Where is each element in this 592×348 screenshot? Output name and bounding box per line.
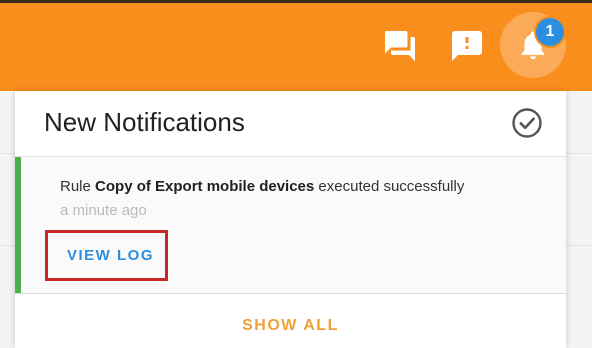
row-divider [566, 153, 592, 154]
notification-time: a minute ago [60, 202, 147, 219]
message-suffix: executed successfully [314, 178, 465, 195]
chat-icon[interactable] [382, 28, 418, 64]
view-log-highlight: VIEW LOG [45, 230, 168, 281]
notification-count-badge: 1 [534, 16, 566, 48]
top-edge [0, 0, 592, 3]
message-prefix: Rule [60, 178, 96, 195]
show-all-button[interactable]: SHOW ALL [15, 317, 566, 335]
notification-item: Rule Copy of Export mobile devices execu… [15, 157, 566, 293]
row-divider [0, 245, 15, 246]
panel-title: New Notifications [44, 107, 245, 137]
notification-message: Rule Copy of Export mobile devices execu… [60, 178, 464, 195]
notification-divider [15, 293, 566, 294]
top-bar: 1 [0, 0, 592, 91]
view-log-button[interactable]: VIEW LOG [67, 247, 154, 264]
check-circle-icon[interactable] [511, 107, 543, 139]
notifications-panel: New Notifications Rule Copy of Export mo… [15, 91, 566, 348]
row-divider [566, 245, 592, 246]
row-divider [0, 153, 15, 154]
rule-name: Copy of Export mobile devices [95, 178, 315, 195]
feedback-icon[interactable] [449, 28, 485, 64]
